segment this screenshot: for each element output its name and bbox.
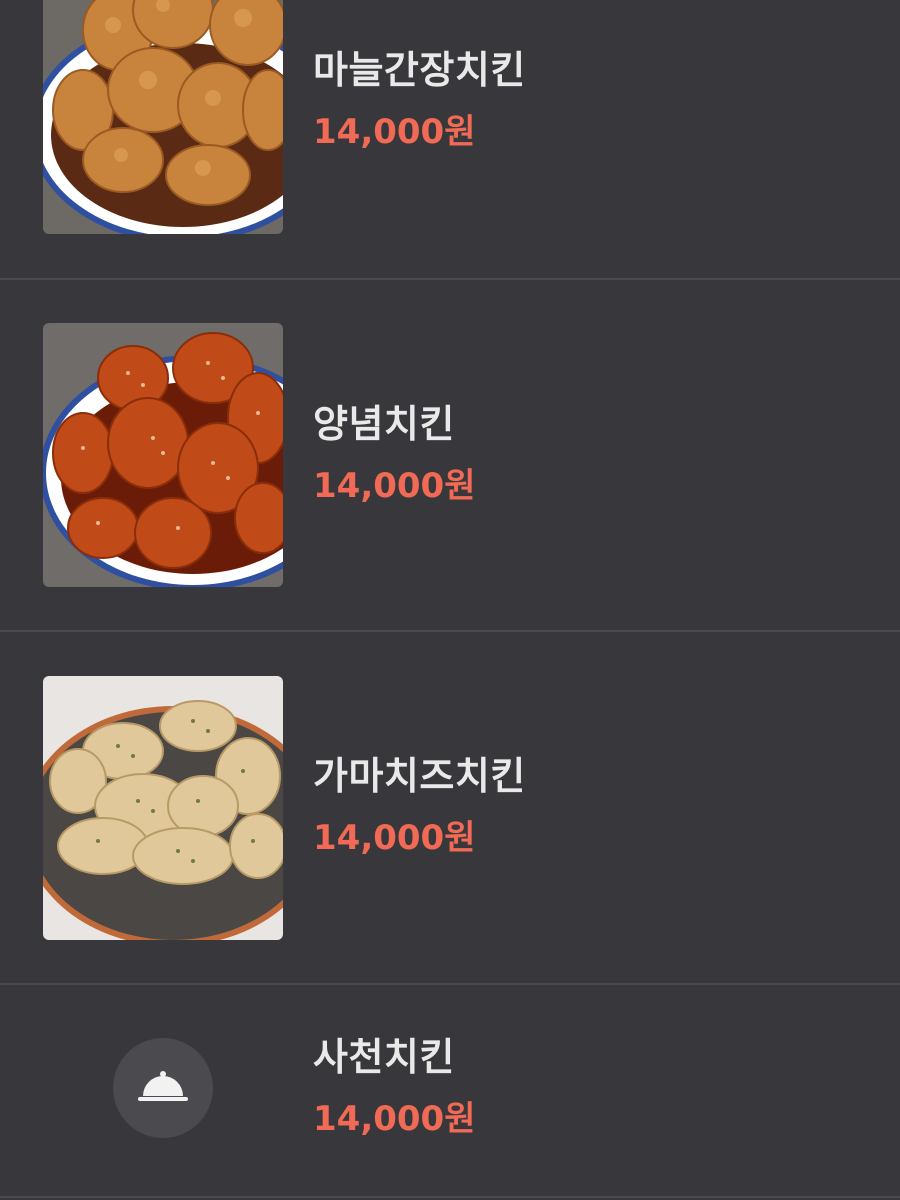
- item-text: 사천치킨 14,000원: [313, 1033, 475, 1141]
- cloche-icon: [113, 1038, 213, 1138]
- item-text: 양념치킨 14,000원: [313, 400, 475, 508]
- item-price: 14,000원: [313, 818, 476, 858]
- menu-item-seasoned-chicken[interactable]: 양념치킨 14,000원: [0, 280, 900, 632]
- seasoned-chicken-photo[interactable]: [43, 323, 283, 587]
- item-price: 14,000원: [313, 112, 476, 152]
- item-text: 마늘간장치킨 14,000원: [313, 46, 526, 154]
- menu-item-szechuan-chicken[interactable]: 사천치킨 14,000원: [0, 985, 900, 1198]
- fried-chicken-photo[interactable]: [43, 0, 283, 234]
- item-text: 가마치즈치킨 14,000원: [313, 752, 526, 860]
- item-name: 가마치즈치킨: [313, 754, 526, 798]
- item-name: 마늘간장치킨: [313, 48, 526, 92]
- item-price: 14,000원: [313, 466, 476, 506]
- item-name: 양념치킨: [313, 402, 455, 446]
- menu-item-cheese-chicken[interactable]: 가마치즈치킨 14,000원: [0, 632, 900, 985]
- menu-list: 마늘간장치킨 14,000원 양념치킨 14,000원 가마치즈치킨 14,00…: [0, 0, 900, 1200]
- menu-item-garlic-soy-chicken[interactable]: 마늘간장치킨 14,000원: [0, 0, 900, 280]
- item-price: 14,000원: [313, 1099, 476, 1139]
- item-name: 사천치킨: [313, 1035, 455, 1079]
- cheese-chicken-photo[interactable]: [43, 676, 283, 940]
